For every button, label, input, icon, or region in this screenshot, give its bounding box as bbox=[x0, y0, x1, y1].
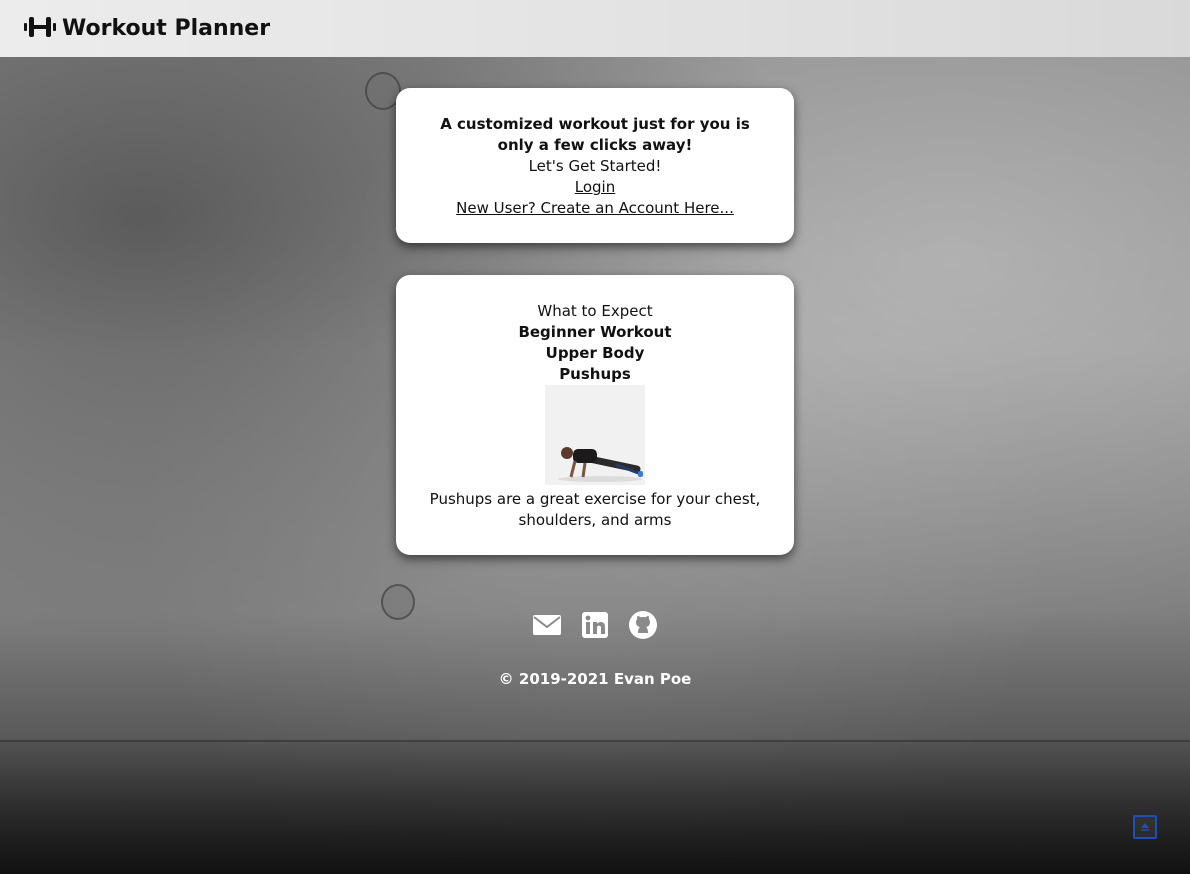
workout-level: Beginner Workout bbox=[518, 323, 672, 341]
linkedin-icon[interactable] bbox=[580, 610, 610, 644]
intro-headline: A customized workout just for you is onl… bbox=[440, 115, 750, 154]
scroll-to-top-button[interactable] bbox=[1133, 815, 1157, 839]
create-account-link[interactable]: New User? Create an Account Here... bbox=[456, 199, 734, 217]
floor-shadow bbox=[0, 742, 1190, 874]
intro-card: A customized workout just for you is onl… bbox=[396, 88, 794, 243]
preview-card: What to Expect Beginner Workout Upper Bo… bbox=[396, 275, 794, 555]
app-title: Workout Planner bbox=[62, 16, 271, 41]
exercise-description: Pushups are a great exercise for your ch… bbox=[429, 490, 761, 529]
social-links bbox=[0, 610, 1190, 644]
exercise-name: Pushups bbox=[559, 365, 631, 383]
app-header: Workout Planner bbox=[0, 0, 1190, 57]
mail-icon[interactable] bbox=[532, 610, 562, 644]
chevron-up-icon bbox=[1138, 818, 1152, 837]
pushup-photo bbox=[545, 385, 645, 485]
section-label: What to Expect bbox=[537, 302, 653, 320]
intro-subheading: Let's Get Started! bbox=[528, 157, 662, 175]
dumbbell-icon bbox=[24, 15, 56, 43]
copyright-text: © 2019-2021 Evan Poe bbox=[498, 670, 692, 688]
brand[interactable]: Workout Planner bbox=[24, 15, 270, 43]
login-link[interactable]: Login bbox=[575, 178, 615, 196]
body-area: Upper Body bbox=[545, 344, 645, 362]
github-icon[interactable] bbox=[628, 610, 658, 644]
